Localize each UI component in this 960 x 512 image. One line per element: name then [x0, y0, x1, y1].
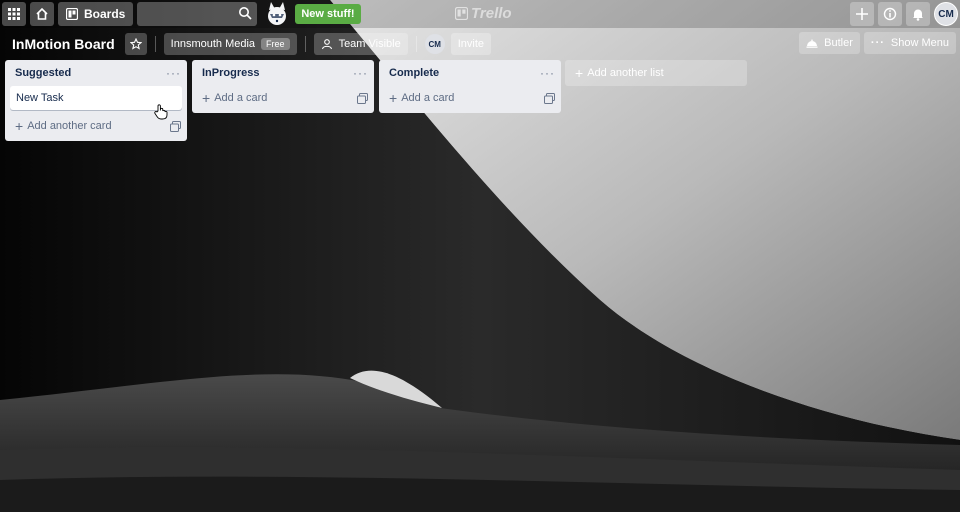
search-input[interactable]: [137, 2, 258, 26]
top-header: Boards New stuff! Trello CM: [0, 0, 960, 28]
star-icon: [129, 38, 142, 50]
list-menu-icon[interactable]: ···: [353, 66, 368, 80]
add-card-button[interactable]: + Add a card: [379, 86, 561, 110]
team-name: Innsmouth Media: [170, 38, 256, 50]
apps-button[interactable]: [2, 2, 26, 26]
bell-icon: [913, 9, 923, 21]
trello-logo[interactable]: Trello: [455, 5, 512, 22]
plus-icon: +: [575, 65, 584, 81]
list-header: InProgress ···: [192, 60, 374, 86]
plus-icon: +: [202, 90, 211, 106]
boards-label: Boards: [84, 7, 126, 21]
team-visible-icon: [321, 39, 332, 50]
new-stuff-button[interactable]: New stuff!: [295, 4, 361, 24]
star-board-button[interactable]: [124, 33, 147, 55]
divider: [154, 36, 156, 52]
show-menu-button[interactable]: ··· Show Menu: [863, 32, 956, 54]
plan-badge: Free: [261, 38, 290, 50]
board-title[interactable]: InMotion Board: [12, 36, 115, 52]
boards-button[interactable]: Boards: [58, 2, 134, 26]
search-icon[interactable]: [238, 6, 252, 20]
create-button[interactable]: [850, 2, 874, 26]
list-title[interactable]: Suggested: [15, 67, 71, 79]
visibility-label: Team Visible: [338, 38, 401, 50]
card-template-icon[interactable]: [170, 120, 181, 132]
plus-icon: +: [389, 90, 398, 106]
list-menu-icon[interactable]: ···: [166, 66, 181, 80]
taco-mascot-icon[interactable]: [263, 0, 291, 28]
plus-icon: +: [15, 118, 24, 134]
show-menu-label: Show Menu: [890, 37, 949, 49]
boards-icon: [66, 8, 78, 20]
butler-button[interactable]: Butler: [799, 32, 860, 54]
board-right-actions: Butler ··· Show Menu: [795, 32, 956, 54]
notifications-button[interactable]: [906, 2, 930, 26]
list-suggested: Suggested ··· New Task + Add another car…: [5, 60, 187, 141]
info-icon: [883, 7, 897, 21]
plus-icon: [856, 8, 868, 20]
trello-logo-icon: [455, 7, 468, 20]
invite-button[interactable]: Invite: [450, 33, 492, 55]
add-card-label: Add another card: [27, 120, 112, 132]
divider: [415, 36, 417, 52]
list-complete: Complete ··· + Add a card: [379, 60, 561, 113]
hand-cursor-icon: [154, 104, 168, 120]
user-avatar[interactable]: CM: [934, 2, 958, 26]
team-button[interactable]: Innsmouth Media Free: [163, 33, 297, 55]
add-list-button[interactable]: + Add another list: [565, 60, 747, 86]
add-card-button[interactable]: + Add a card: [192, 86, 374, 110]
divider: [304, 36, 306, 52]
list-menu-icon[interactable]: ···: [540, 66, 555, 80]
list-header: Suggested ···: [5, 60, 187, 86]
header-right-actions: CM: [846, 2, 958, 26]
board-header: InMotion Board Innsmouth Media Free Team…: [0, 32, 960, 56]
home-button[interactable]: [30, 2, 54, 26]
apps-grid-icon: [8, 8, 20, 20]
list-title[interactable]: Complete: [389, 67, 439, 79]
more-icon: ···: [870, 37, 885, 49]
add-card-label: Add a card: [214, 92, 268, 104]
add-card-label: Add a card: [401, 92, 455, 104]
trello-logo-text: Trello: [471, 5, 512, 22]
list-header: Complete ···: [379, 60, 561, 86]
list-title[interactable]: InProgress: [202, 67, 259, 79]
member-avatar[interactable]: CM: [424, 34, 445, 54]
card-template-icon[interactable]: [544, 92, 555, 104]
butler-icon: [806, 39, 818, 48]
card-template-icon[interactable]: [357, 92, 368, 104]
visibility-button[interactable]: Team Visible: [313, 33, 408, 55]
list-inprogress: InProgress ··· + Add a card: [192, 60, 374, 113]
add-list-label: Add another list: [587, 67, 664, 79]
butler-label: Butler: [824, 37, 853, 49]
info-button[interactable]: [878, 2, 902, 26]
home-icon: [36, 7, 48, 20]
